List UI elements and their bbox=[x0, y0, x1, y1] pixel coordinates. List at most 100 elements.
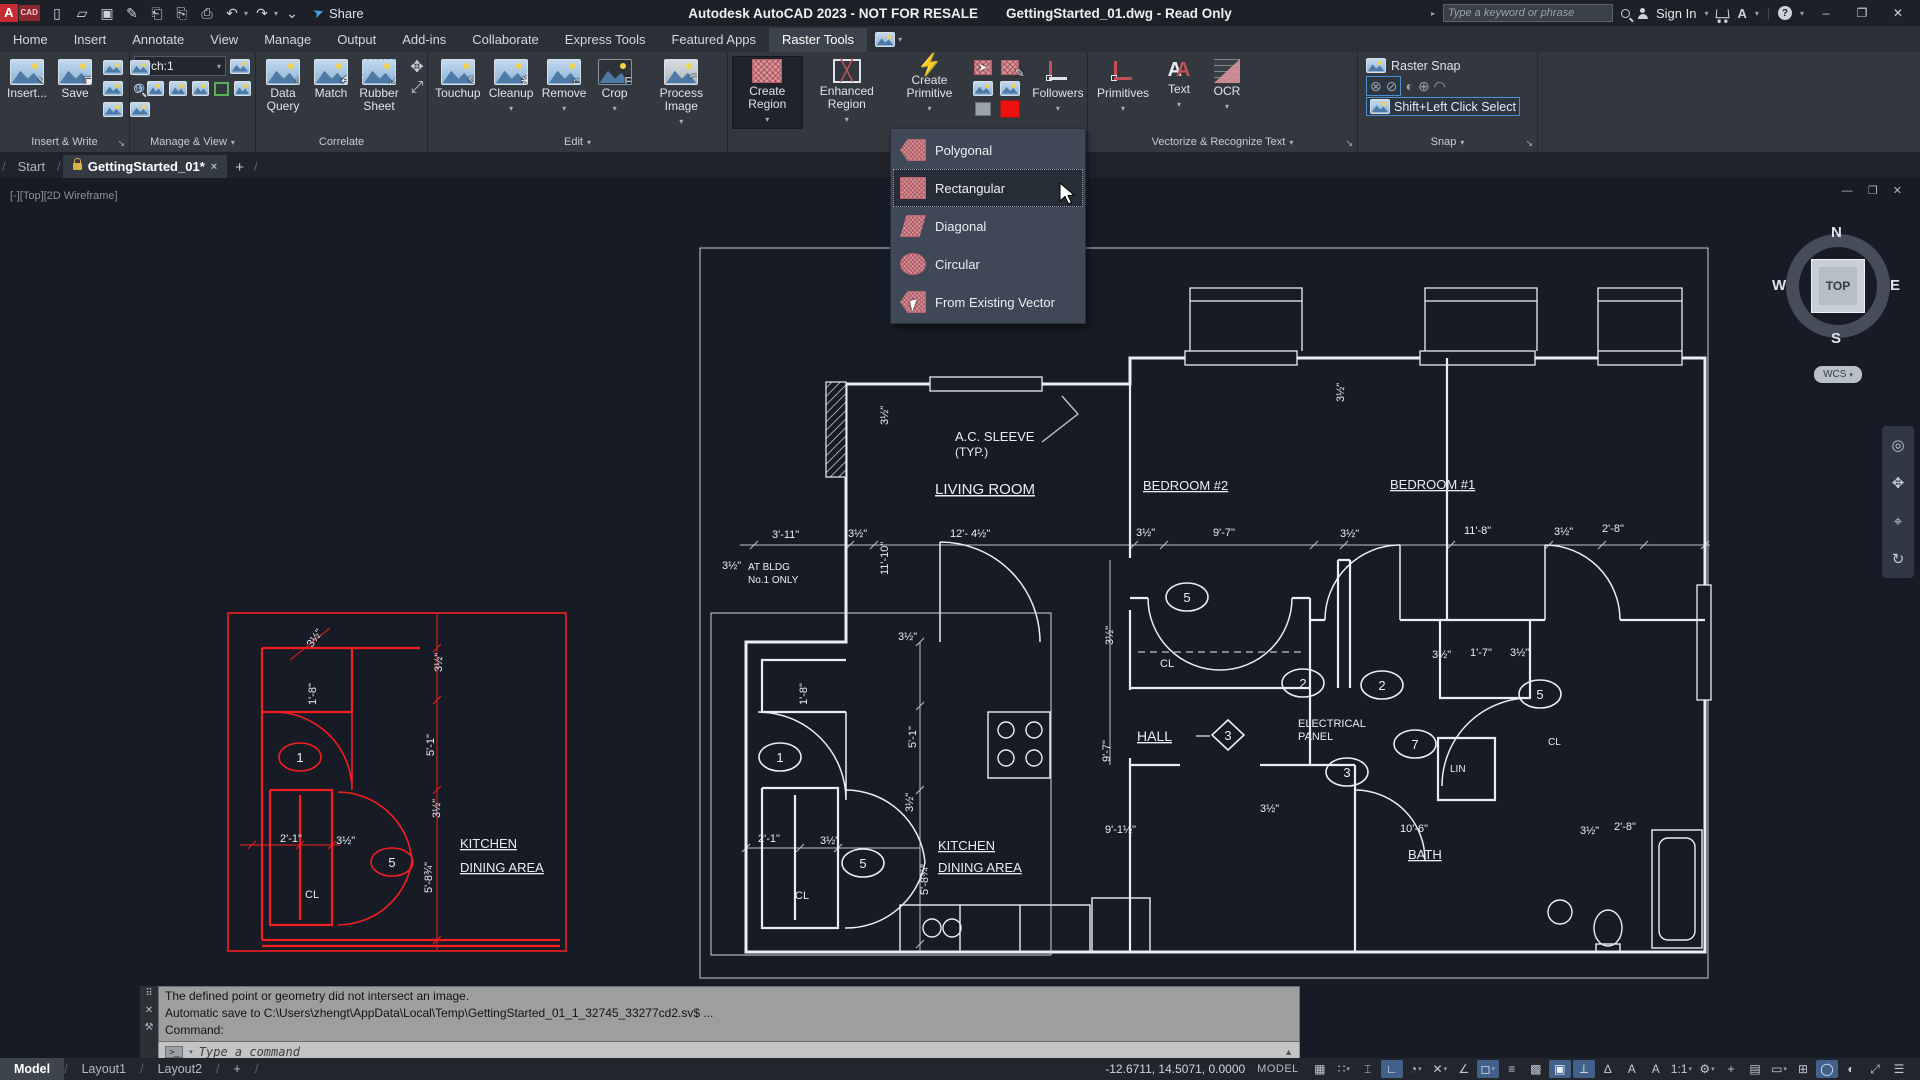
dynamic-ucs-icon[interactable]: ∆ bbox=[1597, 1060, 1619, 1078]
restore-button[interactable]: ❐ bbox=[1848, 2, 1876, 24]
raster-snap-toggle[interactable]: Raster Snap bbox=[1366, 58, 1460, 73]
recent-commands-icon[interactable]: ▾ bbox=[189, 1048, 193, 1056]
save-to-web-icon[interactable]: ⎘ bbox=[171, 3, 193, 23]
compass-west[interactable]: W bbox=[1772, 277, 1786, 294]
menu-item-circular[interactable]: Circular bbox=[893, 245, 1083, 283]
insert-button[interactable]: ↘Insert... bbox=[4, 56, 50, 103]
lock-ui-icon[interactable]: ⊞ bbox=[1792, 1060, 1814, 1078]
merge-region-button[interactable] bbox=[972, 100, 994, 118]
redo-icon[interactable]: ↷ bbox=[251, 3, 273, 23]
clean-screen-icon[interactable]: ⤢ bbox=[1864, 1060, 1886, 1078]
tab-close-icon[interactable]: × bbox=[211, 161, 217, 173]
panel-label-snap[interactable]: Snap▾↘ bbox=[1358, 132, 1537, 152]
layout-tab-+[interactable]: + bbox=[220, 1058, 255, 1080]
brush-region-button[interactable]: ✎ bbox=[999, 58, 1021, 76]
menu-item-diagonal[interactable]: Diagonal bbox=[893, 207, 1083, 245]
lineweight-icon[interactable]: ≡ bbox=[1501, 1060, 1523, 1078]
layout-tab-model[interactable]: Model bbox=[0, 1058, 64, 1080]
help-icon[interactable]: ? bbox=[1778, 6, 1792, 20]
quick-properties-icon[interactable]: ▭▾ bbox=[1768, 1060, 1790, 1078]
drawing-window-controls[interactable]: — ❐ ✕ bbox=[1842, 184, 1908, 197]
raster-snap-center-icon[interactable]: ⊕ bbox=[1418, 78, 1430, 94]
raster-snap-edge-icon[interactable]: ◠ bbox=[1434, 78, 1446, 94]
autoscale-icon[interactable]: A bbox=[1645, 1060, 1667, 1078]
ribbon-tab-home[interactable]: Home bbox=[0, 28, 61, 52]
ribbon-overflow-button[interactable]: ▾ bbox=[867, 32, 910, 52]
transparency-icon[interactable]: ▩ bbox=[1525, 1060, 1547, 1078]
dialog-launcher-icon[interactable]: ↘ bbox=[1345, 138, 1353, 149]
undo-icon-dropdown[interactable]: ▾ bbox=[244, 9, 248, 18]
graphics-performance-icon[interactable]: ◐ bbox=[1840, 1060, 1862, 1078]
drag-grip-icon[interactable]: ⠿ bbox=[145, 988, 152, 999]
export-image-button[interactable] bbox=[102, 58, 124, 76]
command-history[interactable]: The defined point or geometry did not in… bbox=[158, 986, 1300, 1042]
3d-object-snap-icon[interactable]: ⊥ bbox=[1573, 1060, 1595, 1078]
new-image-button[interactable] bbox=[129, 58, 151, 76]
copy-region-button[interactable] bbox=[972, 79, 994, 97]
annotation-visibility-icon[interactable]: A bbox=[1621, 1060, 1643, 1078]
close-button[interactable]: ✕ bbox=[1884, 2, 1912, 24]
isolate-objects-icon[interactable]: ◯ bbox=[1816, 1060, 1838, 1078]
file-tab-document[interactable]: GettingStarted_01*× bbox=[63, 155, 227, 178]
annotation-scale-icon[interactable]: 1:1▾ bbox=[1669, 1060, 1694, 1078]
ribbon-tab-insert[interactable]: Insert bbox=[61, 28, 120, 52]
object-snap-tracking-icon[interactable]: ∠ bbox=[1453, 1060, 1475, 1078]
ribbon-tab-raster-tools[interactable]: Raster Tools bbox=[769, 28, 867, 52]
raster-snap-near-icon[interactable]: ⊘ bbox=[1386, 78, 1398, 94]
ribbon-tab-express-tools[interactable]: Express Tools bbox=[552, 28, 659, 52]
create-primitive-button[interactable]: ⚡Create Primitive▾ bbox=[891, 56, 968, 118]
panel-label-correlate[interactable]: Correlate bbox=[256, 132, 427, 152]
workspace-icon[interactable]: ⚙▾ bbox=[1696, 1060, 1718, 1078]
autodesk-app-icon[interactable]: A bbox=[1737, 6, 1746, 21]
scroll-up-icon[interactable]: ▲ bbox=[1284, 1047, 1293, 1057]
compass-north[interactable]: N bbox=[1831, 224, 1842, 241]
shift-left-click-select-toggle[interactable]: Shift+Left Click Select bbox=[1366, 97, 1520, 116]
layout-tab-layout1[interactable]: Layout1 bbox=[68, 1058, 140, 1080]
edit-image-button[interactable] bbox=[192, 81, 209, 96]
show-image-button[interactable] bbox=[147, 81, 164, 96]
customize-command-icon[interactable]: ⚒ bbox=[145, 1022, 154, 1033]
view-cube-top-face[interactable]: TOP bbox=[1811, 259, 1865, 313]
dynamic-input-icon[interactable]: ⌶ bbox=[1357, 1060, 1379, 1078]
attach-image-button[interactable] bbox=[102, 100, 124, 118]
paste-region-button[interactable] bbox=[999, 79, 1021, 97]
minimize-button[interactable]: – bbox=[1812, 2, 1840, 24]
search-expand-icon[interactable]: ▸ bbox=[1431, 9, 1435, 18]
panel-label-vectorize[interactable]: Vectorize & Recognize Text▾↘ bbox=[1088, 132, 1357, 152]
steering-wheel-icon[interactable]: ◎ bbox=[1891, 436, 1904, 454]
object-snap-icon[interactable]: ◻▾ bbox=[1477, 1060, 1499, 1078]
snap-mode-icon[interactable]: ∷▾ bbox=[1333, 1060, 1355, 1078]
compass-south[interactable]: S bbox=[1831, 330, 1841, 347]
move-image-button[interactable]: ✥ bbox=[406, 58, 428, 76]
process-image-button[interactable]: ⌒Process Image▾ bbox=[640, 56, 723, 131]
new-file-icon[interactable]: ▯ bbox=[46, 3, 68, 23]
qat-customize-icon[interactable]: ⌄ bbox=[281, 3, 303, 23]
ribbon-tab-view[interactable]: View bbox=[197, 28, 251, 52]
show-frames-button[interactable] bbox=[214, 82, 228, 96]
ribbon-tab-add-ins[interactable]: Add-ins bbox=[389, 28, 459, 52]
crop-button[interactable]: ⊟Crop▾ bbox=[592, 56, 638, 118]
open-file-icon[interactable]: ▱ bbox=[71, 3, 93, 23]
close-command-icon[interactable]: ✕ bbox=[145, 1005, 153, 1016]
new-tab-button[interactable]: + bbox=[227, 157, 252, 178]
app-store-cart-icon[interactable] bbox=[1716, 9, 1730, 18]
save-icon[interactable]: ▣ bbox=[96, 3, 118, 23]
view-cube[interactable]: N S W E TOP bbox=[1778, 226, 1898, 346]
ribbon-tab-manage[interactable]: Manage bbox=[251, 28, 324, 52]
compass-east[interactable]: E bbox=[1890, 277, 1900, 294]
touchup-button[interactable]: ✎Touchup bbox=[432, 56, 484, 103]
data-query-button[interactable]: ⌾Data Query bbox=[260, 56, 306, 116]
zoom-to-image-button[interactable] bbox=[134, 84, 142, 93]
capture-image-button[interactable] bbox=[129, 100, 151, 118]
open-from-web-icon[interactable]: ⎗ bbox=[146, 3, 168, 23]
pan-icon[interactable]: ✥ bbox=[1892, 474, 1905, 492]
scale-image-button[interactable]: ⤢ bbox=[406, 79, 428, 97]
rubber-sheet-button[interactable]: ⤢Rubber Sheet bbox=[356, 56, 402, 116]
polar-tracking-icon[interactable]: ◔▾ bbox=[1405, 1060, 1427, 1078]
create-region-button[interactable]: Create Region▾ bbox=[732, 56, 803, 129]
ribbon-tab-output[interactable]: Output bbox=[324, 28, 389, 52]
grid-icon[interactable]: ▦ bbox=[1309, 1060, 1331, 1078]
sign-in-button[interactable]: Sign In bbox=[1656, 6, 1696, 21]
text-button[interactable]: AAText▾ bbox=[1156, 56, 1202, 114]
help-dropdown-icon[interactable]: ▾ bbox=[1800, 9, 1804, 18]
